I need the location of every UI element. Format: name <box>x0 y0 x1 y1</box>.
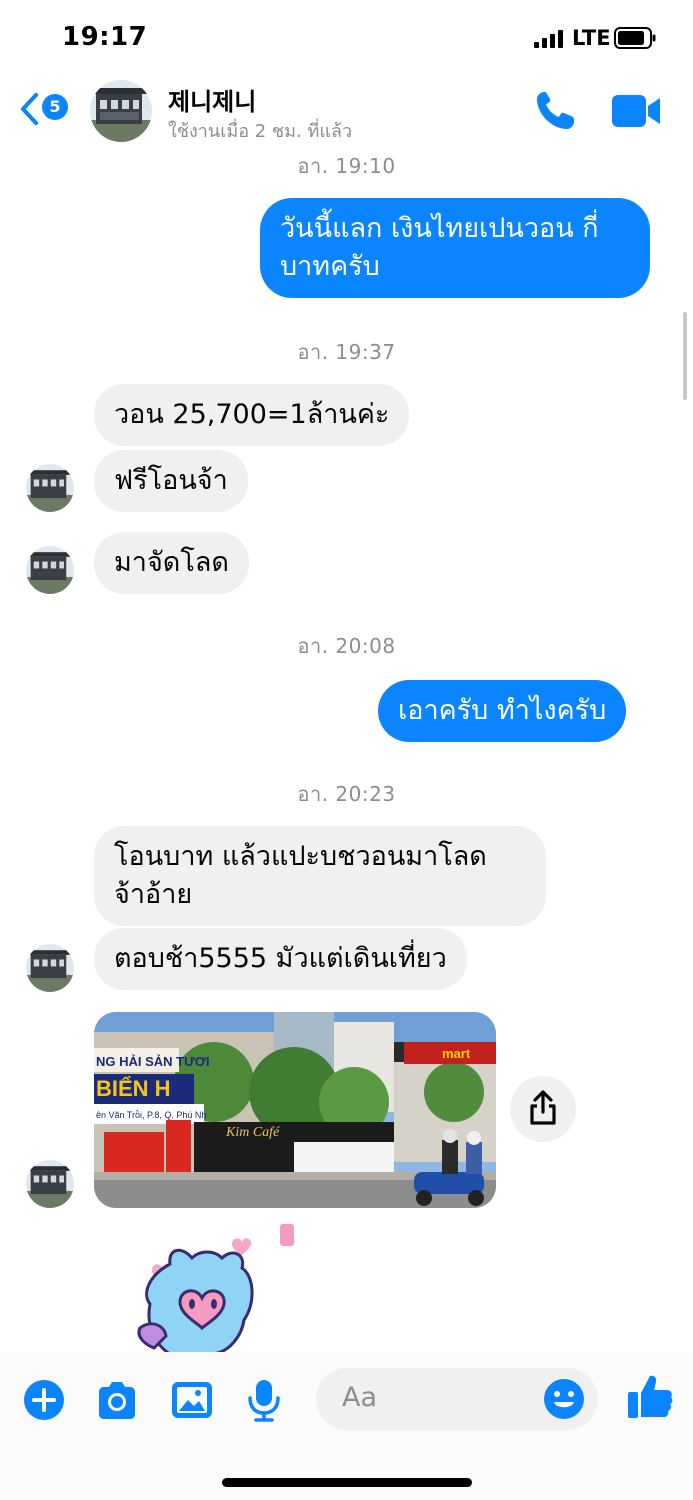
sign-text: BIỂN H <box>96 1076 171 1101</box>
contact-avatar[interactable] <box>90 80 152 142</box>
back-button[interactable]: 5 <box>18 90 76 130</box>
sign-text: NG HẢI SẢN TƯƠI <box>96 1054 210 1069</box>
message-line: จ้าอ้าย <box>114 879 193 910</box>
sticker-message[interactable] <box>130 1224 310 1356</box>
sign-text: mart <box>442 1046 471 1061</box>
share-button[interactable] <box>510 1076 576 1142</box>
thumbs-up-icon[interactable] <box>626 1372 674 1420</box>
message-line: วันนี้แลก เงินไทยเปนวอน กี่ <box>280 213 599 244</box>
incoming-message[interactable]: ตอบช้า5555 มัวแต่เดินเที่ยว <box>94 928 467 990</box>
unread-count-badge: 5 <box>42 94 68 120</box>
camera-icon[interactable] <box>95 1378 139 1422</box>
incoming-message[interactable]: มาจัดโลด <box>94 532 249 594</box>
incoming-message[interactable]: ฟรีโอนจ้า <box>94 450 248 512</box>
incoming-message[interactable]: วอน 25,700=1ล้านค่ะ <box>94 384 410 446</box>
outgoing-message[interactable]: เอาครับ ทำไงครับ <box>378 680 627 742</box>
sender-avatar[interactable] <box>26 546 74 594</box>
plus-icon[interactable] <box>22 1378 66 1422</box>
back-chevron-icon <box>21 93 38 125</box>
sender-avatar[interactable] <box>26 1160 74 1208</box>
home-indicator[interactable] <box>222 1478 472 1487</box>
status-time: 19:17 <box>62 22 148 52</box>
message-input[interactable]: Aa <box>316 1368 598 1430</box>
message-timestamp: อา. 20:08 <box>297 634 396 658</box>
network-type: LTE <box>572 26 611 50</box>
share-icon <box>530 1090 556 1125</box>
contact-active-status: ใช้งานเมื่อ 2 ชม. ที่แล้ว <box>168 121 353 142</box>
message-line: บาทครับ <box>280 251 380 282</box>
outgoing-message[interactable]: วันนี้แลก เงินไทยเปนวอน กี่ บาทครับ <box>260 198 650 298</box>
status-bar: 19:17 LTE <box>0 0 693 76</box>
emoji-icon[interactable] <box>542 1377 586 1421</box>
sign-text: ên Văn Trỗi, P.8, Q. Phú Nh <box>96 1110 206 1120</box>
sign-text: Kim Café <box>225 1125 280 1140</box>
message-input-placeholder: Aa <box>342 1382 378 1413</box>
sender-avatar[interactable] <box>26 464 74 512</box>
sender-avatar[interactable] <box>26 944 74 992</box>
battery-icon <box>614 27 656 49</box>
message-line: โอนบาท แล้วแปะบชวอนมาโลด <box>114 841 487 872</box>
conversation-header: 5 제니제니 ใช้งานเมื่อ 2 ชม. ที่แล้ว <box>0 76 693 150</box>
message-timestamp: อา. 19:10 <box>297 154 396 178</box>
video-camera-icon[interactable] <box>610 90 662 132</box>
message-timestamp: อา. 20:23 <box>297 782 396 806</box>
contact-name[interactable]: 제니제니 <box>168 82 256 117</box>
message-timestamp: อา. 19:37 <box>297 340 396 364</box>
photo-message[interactable]: NG HẢI SẢN TƯƠI BIỂN H ên Văn Trỗi, P.8,… <box>94 1012 496 1208</box>
signal-icon <box>534 30 566 48</box>
gallery-icon[interactable] <box>170 1378 214 1422</box>
phone-icon[interactable] <box>532 88 578 134</box>
incoming-message[interactable]: โอนบาท แล้วแปะบชวอนมาโลด จ้าอ้าย <box>94 826 546 926</box>
microphone-icon[interactable] <box>242 1378 286 1422</box>
